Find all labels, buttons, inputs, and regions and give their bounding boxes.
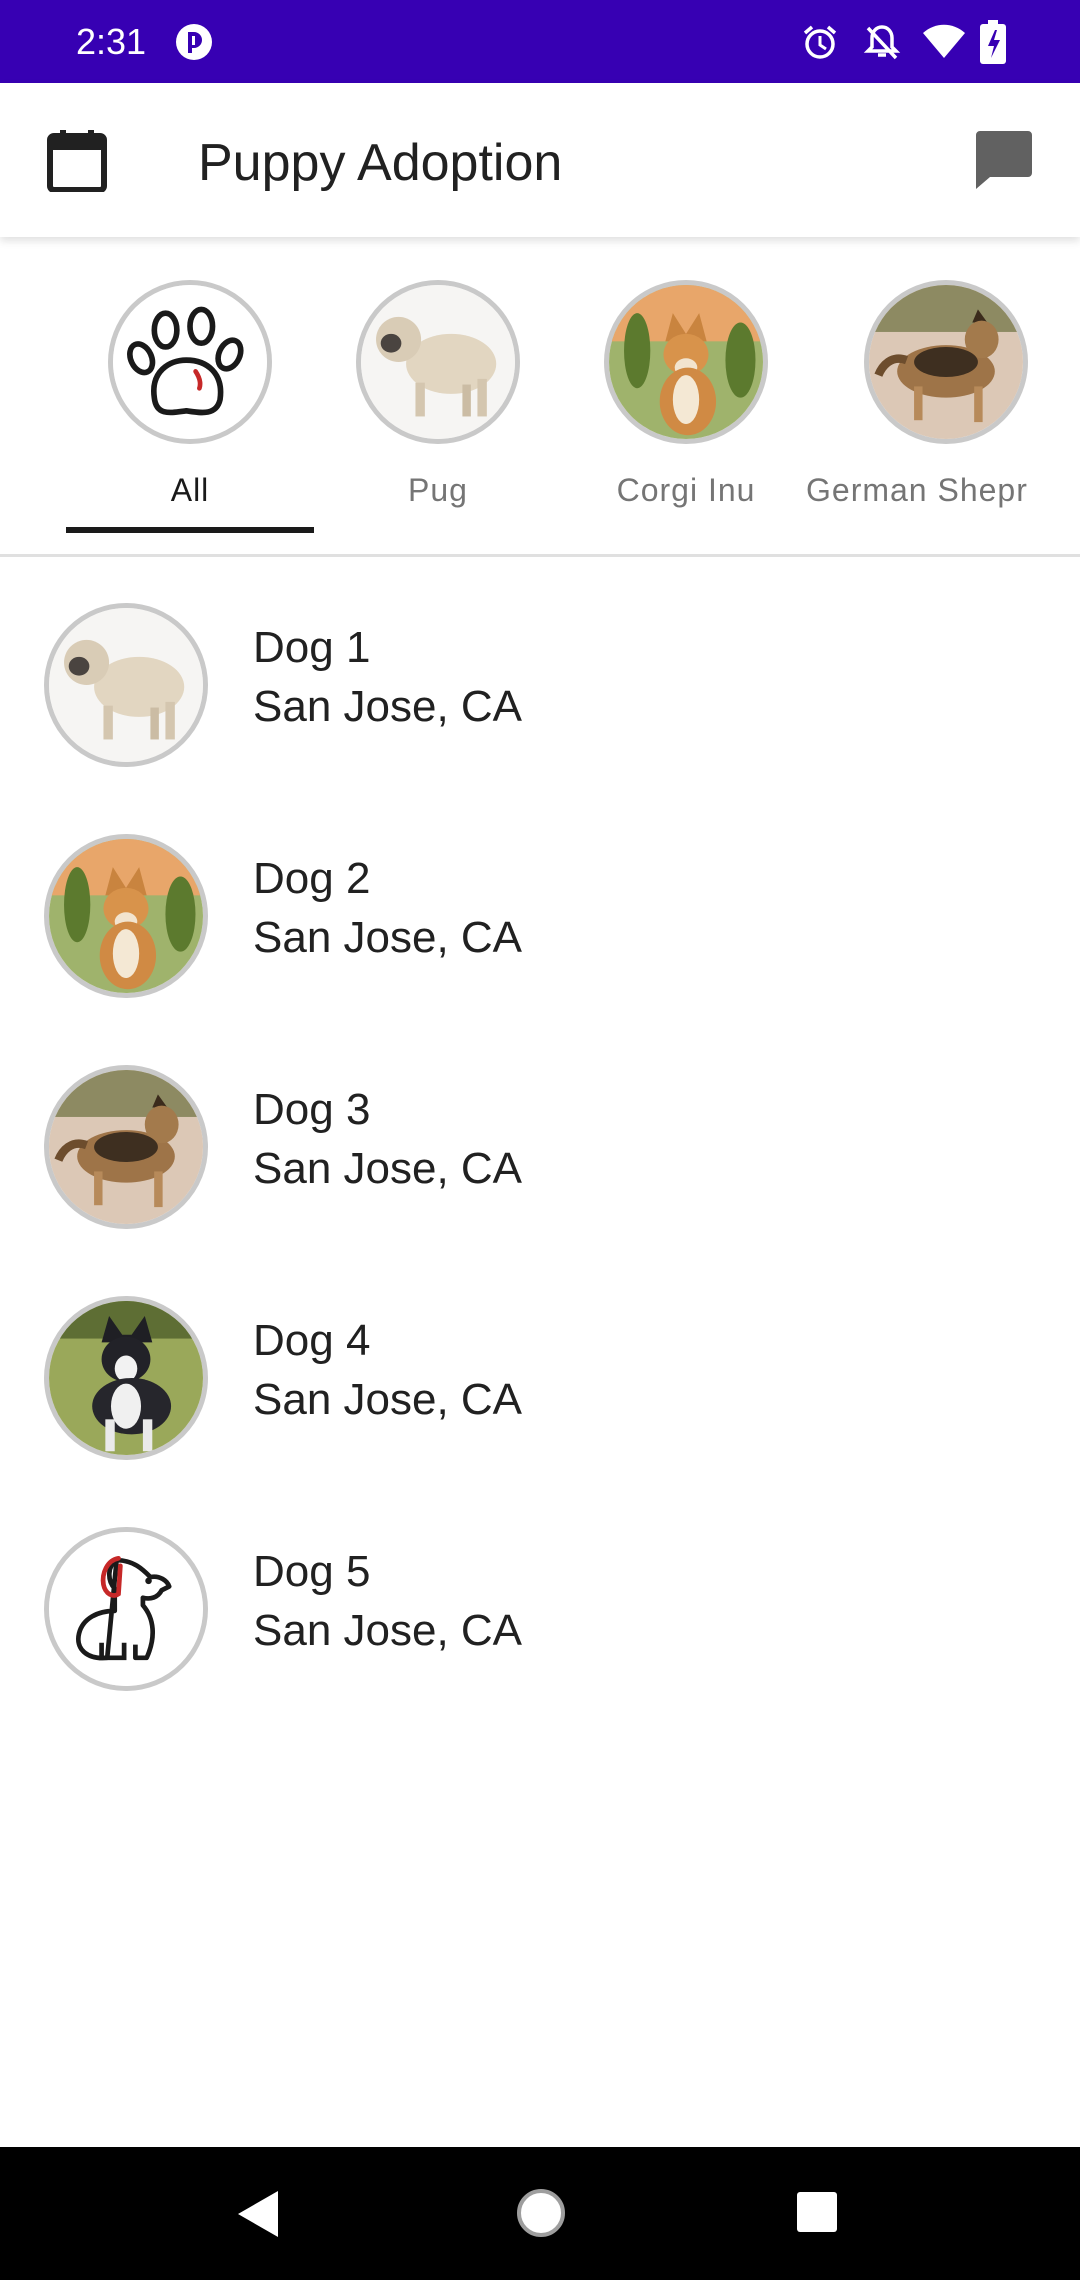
tab-label: Pug — [408, 472, 468, 508]
recents-icon[interactable] — [796, 2191, 838, 2233]
dog-list: Dog 1 San Jose, CA Dog 2 San Jose, CA Do… — [0, 557, 1080, 1712]
tab-indicator — [66, 527, 314, 533]
dog-location: San Jose, CA — [253, 682, 523, 731]
page-title: Puppy Adoption — [198, 134, 563, 192]
corgi-photo — [604, 280, 768, 444]
wifi-icon — [923, 24, 965, 58]
dog-location: San Jose, CA — [253, 1144, 523, 1193]
battery-charging-icon — [980, 20, 1006, 64]
calendar-icon[interactable] — [46, 128, 108, 192]
corgi-photo — [44, 834, 208, 998]
chat-icon[interactable] — [972, 129, 1034, 191]
tab-label: German Shepr — [806, 472, 1028, 508]
back-icon[interactable] — [234, 2187, 282, 2241]
list-item[interactable]: Dog 5 San Jose, CA — [0, 1481, 1080, 1712]
list-item[interactable]: Dog 3 San Jose, CA — [0, 1019, 1080, 1250]
tab-label: Corgi Inu — [616, 472, 756, 508]
german-shepherd-photo — [44, 1065, 208, 1229]
dog-name: Dog 2 — [253, 854, 371, 903]
pug-photo — [356, 280, 520, 444]
dog-name: Dog 4 — [253, 1316, 371, 1365]
dog-location: San Jose, CA — [253, 913, 523, 962]
list-item[interactable]: Dog 1 San Jose, CA — [0, 557, 1080, 788]
list-item[interactable]: Dog 2 San Jose, CA — [0, 788, 1080, 1019]
status-bar: 2:31 — [0, 0, 1080, 83]
paw-icon — [108, 280, 272, 444]
dog-outline-icon — [44, 1527, 208, 1691]
app-bar: Puppy Adoption — [0, 83, 1080, 237]
breed-tabs: All Pug Corgi Inu German Shepr — [0, 237, 1080, 557]
husky-photo — [44, 1296, 208, 1460]
tab-pug[interactable]: Pug — [314, 237, 562, 537]
tab-all[interactable]: All — [66, 237, 314, 537]
app-notification-icon — [176, 24, 212, 60]
app-screen: 2:31 Puppy Adoption All Pug Corgi Inu Ge… — [0, 0, 1080, 2280]
tab-german-shepherd[interactable]: German Shepr — [806, 237, 1058, 537]
dog-name: Dog 1 — [253, 623, 371, 672]
dog-name: Dog 3 — [253, 1085, 371, 1134]
pug-photo — [44, 603, 208, 767]
navigation-bar — [0, 2147, 1080, 2280]
dog-name: Dog 5 — [253, 1547, 371, 1596]
tab-corgi-inu[interactable]: Corgi Inu — [562, 237, 810, 537]
do-not-disturb-icon — [863, 25, 901, 60]
tab-label: All — [170, 472, 210, 508]
alarm-icon — [803, 25, 837, 59]
list-item[interactable]: Dog 4 San Jose, CA — [0, 1250, 1080, 1481]
home-icon[interactable] — [515, 2187, 567, 2239]
status-time: 2:31 — [76, 21, 147, 62]
german-shepherd-photo — [864, 280, 1028, 444]
dog-location: San Jose, CA — [253, 1375, 523, 1424]
dog-location: San Jose, CA — [253, 1606, 523, 1655]
